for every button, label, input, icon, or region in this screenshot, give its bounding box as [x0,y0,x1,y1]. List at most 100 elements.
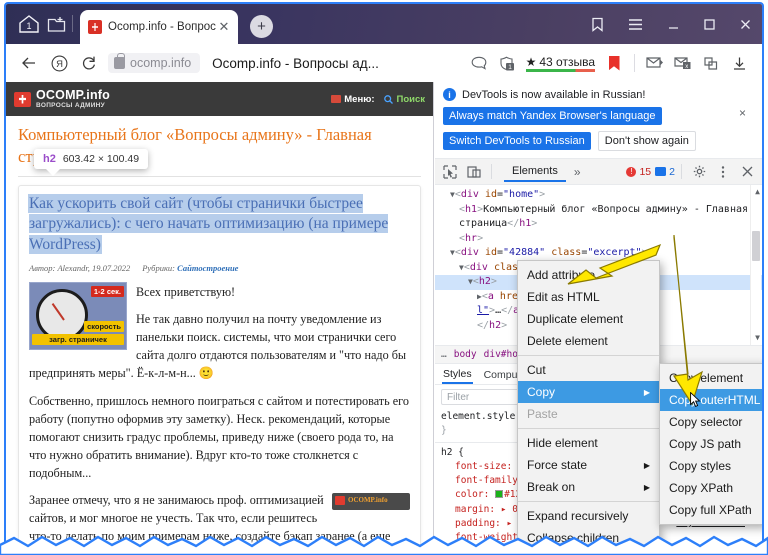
site-nav: Меню: Поиск [331,94,433,105]
menu-item[interactable]: Copy styles [660,455,762,477]
maximize-button[interactable] [696,12,722,36]
downloads-icon[interactable] [726,48,752,78]
menu-item-label: Expand recursively [527,509,629,523]
dom-node[interactable]: <hr> [441,232,748,247]
menu-item[interactable]: Delete element [518,330,659,352]
post-meta: Автор: Alexandr, 19.07.2022 Рубрики: Сай… [29,263,410,273]
devtools-language-notice: i DevTools is now available in Russian! … [435,82,762,159]
breadcrumb-item[interactable]: … [441,349,447,360]
breadcrumb-item[interactable]: body [454,349,477,360]
new-tab-button[interactable]: + [250,15,273,38]
post-card: Как ускорить свой сайт (чтобы странички … [18,184,421,549]
post-category[interactable]: Сайтостроение [177,263,238,273]
messages-badge[interactable]: 2 [655,166,675,178]
menu-item[interactable]: Edit as HTML [518,286,659,308]
menu-item[interactable]: Copy selector [660,411,762,433]
menu-item[interactable]: Cut [518,359,659,381]
menu-item[interactable]: Duplicate element [518,308,659,330]
reviews-star-icon: ★ [525,54,537,69]
always-match-language-button[interactable]: Always match Yandex Browser's language [443,107,662,125]
site-nav-search-label: Поиск [396,93,425,105]
hamburger-menu-icon[interactable] [622,12,648,36]
menu-item[interactable]: Force state ▶ [518,454,659,476]
menu-item[interactable]: Copy element [660,367,762,389]
close-devtools-icon[interactable] [736,161,758,183]
comment-icon[interactable] [466,48,492,78]
extensions-icon[interactable] [698,48,724,78]
errors-count: 15 [639,165,652,178]
mail-x-icon[interactable]: x [670,48,696,78]
message-icon [655,167,667,176]
collections-icon[interactable] [584,12,610,36]
menu-item-label: Copy selector [669,415,743,429]
menu-item[interactable]: Copy ▶ [518,381,659,403]
site-security-chip[interactable]: ocomp.info [108,53,201,73]
close-window-button[interactable] [732,12,758,36]
dom-node[interactable]: <h1>Компьютерный блог «Вопросы админу» -… [441,203,748,218]
dont-show-again-button[interactable]: Don't show again [597,131,696,151]
reviews-rating-bar [525,69,595,72]
reload-button[interactable] [74,48,104,78]
browser-navbar: Я ocomp.info Ocomp.info - Вопросы ад... … [6,44,762,82]
site-nav-search[interactable]: Поиск [384,94,425,105]
notice-close-icon[interactable]: × [739,106,746,120]
menu-item[interactable]: Hide element [518,432,659,454]
yandex-logo-icon[interactable]: Я [44,48,74,78]
dom-node[interactable]: ▼<div id="home"> [441,188,748,203]
context-menu[interactable]: Add attribute Edit as HTML Duplicate eleme… [517,260,660,549]
gear-icon[interactable] [688,161,710,183]
tab-close-button[interactable]: ✕ [216,19,232,35]
site-nav-menu[interactable]: Меню: [331,94,374,105]
tab-title: Ocomp.info - Вопросы а [108,21,216,33]
dom-node[interactable]: ▼<div id="42884" class="excerpt"> [441,246,748,261]
address-host: ocomp.info [130,56,192,70]
browser-titlebar: 1 Ocomp.info - Вопросы а ✕ + [6,4,762,44]
dom-node[interactable]: страница</h1> [441,217,748,232]
post-thumbnail[interactable]: 1-2 сек. скорость загр. страничек [29,282,127,351]
back-button[interactable] [14,48,44,78]
menu-item[interactable]: Copy full XPath [660,499,762,521]
minimize-button[interactable] [660,12,686,36]
tab-elements[interactable]: Elements [504,161,566,182]
device-toolbar-icon[interactable] [463,161,485,183]
menu-item-label: Copy XPath [669,481,734,495]
menu-item-label: Force state [527,458,588,472]
dom-tree-scrollbar[interactable]: ▲ ▼ [750,185,761,345]
home-icon[interactable]: 1 [16,12,42,36]
copy-submenu[interactable]: Copy element Copy outerHTML Copy selector C… [659,363,762,525]
menu-item[interactable]: Add attribute [518,264,659,286]
bookmark-icon[interactable] [601,48,627,78]
devtools-toolbar: Elements » ! 15 2 [435,159,762,185]
inspect-element-icon[interactable] [439,161,461,183]
new-window-icon[interactable] [44,12,68,36]
menu-item[interactable]: Break on ▶ [518,476,659,498]
browser-tab[interactable]: Ocomp.info - Вопросы а ✕ [80,10,238,44]
menu-item[interactable]: Copy XPath [660,477,762,499]
protection-shield-icon[interactable]: 1 [494,48,520,78]
post-author: Alexandr, 19.07.2022 [57,263,131,274]
site-reviews-chip[interactable]: ★ 43 отзыва [525,54,595,72]
errors-badge[interactable]: ! 15 [626,166,651,178]
menu-item[interactable]: Copy outerHTML [660,389,762,411]
menu-item[interactable]: Expand recursively [518,505,659,527]
more-tabs-icon[interactable]: » [568,165,587,179]
menu-item-label: Copy JS path [669,437,742,451]
more-options-icon[interactable] [712,161,734,183]
site-logo-subtitle: ВОПРОСЫ АДМИНУ [36,102,106,109]
tab-styles[interactable]: Styles [442,365,473,384]
address-page-title[interactable]: Ocomp.info - Вопросы ад... [212,56,465,71]
mail-icon[interactable] [642,48,668,78]
menu-item[interactable]: Copy JS path [660,433,762,455]
color-swatch[interactable] [495,490,504,499]
switch-to-russian-button[interactable]: Switch DevTools to Russian [443,132,591,150]
site-logo[interactable]: OCOMP.info ВОПРОСЫ АДМИНУ [14,88,110,110]
site-logo-icon [14,91,31,107]
svg-text:x: x [685,64,688,70]
error-icon: ! [626,166,637,177]
highlight-dimensions: 603.42 × 100.49 [62,153,140,165]
post-title-link[interactable]: Как ускорить свой сайт (чтобы странички … [29,194,389,254]
menu-item-label: Add attribute [527,268,596,282]
chevron-right-icon: ▶ [643,460,650,470]
menu-item-label: Paste [527,407,558,421]
menu-item-label: Edit as HTML [527,290,600,304]
